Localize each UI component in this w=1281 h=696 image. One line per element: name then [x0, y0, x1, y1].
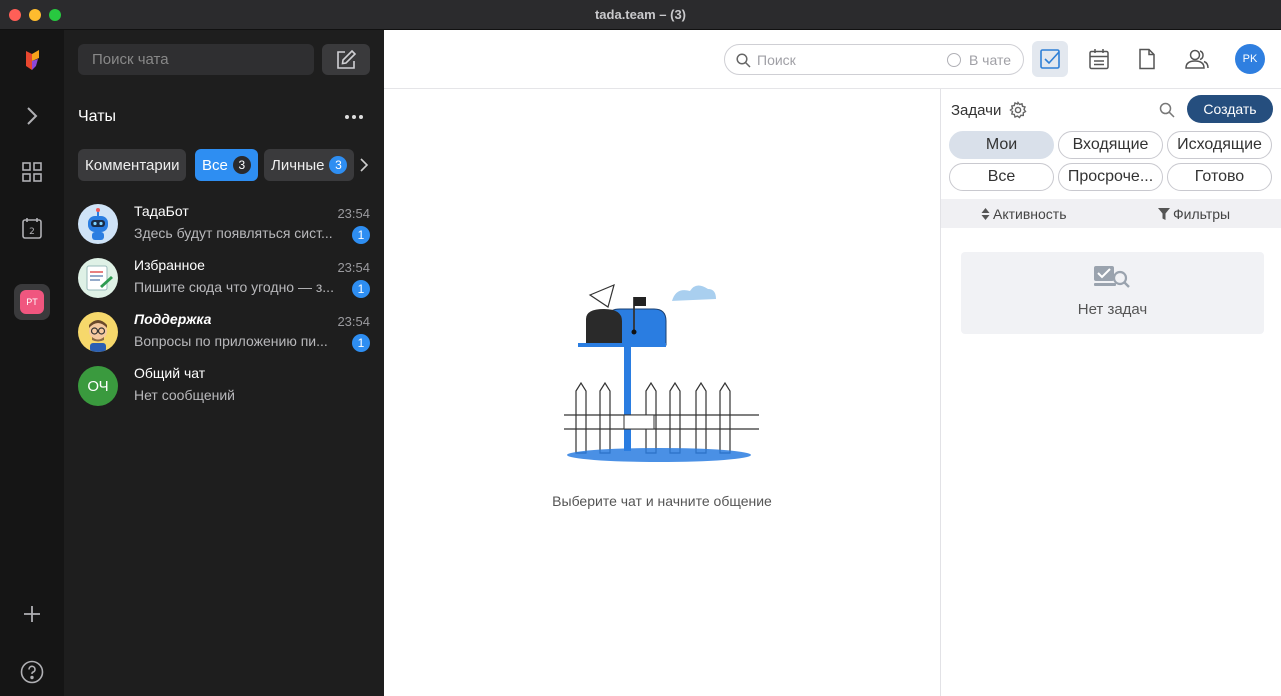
chat-list-item-support[interactable]: Поддержка 23:54 Вопросы по приложению пи… [64, 308, 384, 362]
workspace-avatar[interactable]: PT [14, 284, 50, 320]
window-titlebar: tada.team – (3) [0, 0, 1281, 30]
chat-list-item-favorites[interactable]: Избранное 23:54 Пишите сюда что угодно —… [64, 254, 384, 308]
empty-chat-area: Выберите чат и начните общение [384, 89, 940, 696]
filter-chip-personal[interactable]: Личные 3 [264, 149, 355, 181]
bot-avatar [78, 204, 118, 244]
unread-badge: 1 [352, 334, 370, 352]
filters-button[interactable]: Фильтры [1158, 206, 1230, 222]
user-avatar[interactable]: PK [1235, 44, 1265, 74]
chat-name: ТадаБот [134, 203, 189, 219]
filters-label: Фильтры [1173, 206, 1231, 222]
add-workspace-icon[interactable] [14, 596, 50, 632]
tasks-toggle-button[interactable] [1032, 41, 1068, 77]
compose-button[interactable] [322, 44, 370, 75]
filters-next-chevron-icon[interactable] [358, 156, 370, 174]
tasks-icon [1040, 49, 1060, 69]
files-button[interactable] [1129, 41, 1165, 77]
filter-chip-label: Личные [271, 156, 325, 174]
empty-state-text: Выберите чат и начните общение [552, 493, 772, 509]
filter-chip-label: Все [202, 156, 228, 174]
search-icon [736, 53, 751, 68]
tab-incoming[interactable]: Входящие [1058, 131, 1163, 159]
tab-done[interactable]: Готово [1167, 163, 1272, 191]
calendar-icon[interactable]: 2 [14, 210, 50, 246]
compose-icon [337, 49, 357, 69]
gear-icon[interactable] [1009, 101, 1027, 119]
unread-badge: 1 [352, 226, 370, 244]
tada-logo-icon[interactable] [14, 42, 50, 78]
global-search-input[interactable]: Поиск В чате [724, 44, 1024, 75]
filter-chip-count: 3 [329, 156, 348, 174]
filter-chip-all[interactable]: Все 3 [195, 149, 258, 181]
workspace-rail: 2 PT [0, 30, 64, 696]
sort-label: Активность [993, 206, 1067, 222]
chat-list-item-general[interactable]: ОЧ Общий чат Нет сообщений [64, 362, 384, 416]
calendar-icon [1089, 49, 1109, 70]
no-tasks-card: Нет задач [961, 252, 1264, 334]
apps-grid-icon[interactable] [14, 154, 50, 190]
tasks-sort-bar: Активность Фильтры [941, 199, 1281, 228]
chat-search-input[interactable]: Поиск чата [78, 44, 314, 75]
top-toolbar: Поиск В чате PK [384, 30, 1281, 89]
expand-chevron-icon[interactable] [14, 98, 50, 134]
chats-heading: Чаты [78, 108, 117, 125]
contacts-icon [1185, 49, 1209, 69]
chat-time: 23:54 [337, 260, 370, 275]
tab-all[interactable]: Все [949, 163, 1054, 191]
sort-activity-button[interactable]: Активность [981, 206, 1067, 222]
tab-overdue[interactable]: Просроче... [1058, 163, 1163, 191]
search-placeholder: Поиск [757, 52, 796, 68]
unread-badge: 1 [352, 280, 370, 298]
filter-icon [1158, 208, 1170, 220]
window-title: tada.team – (3) [594, 7, 687, 22]
search-icon[interactable] [1159, 102, 1175, 118]
support-avatar [78, 312, 118, 352]
favorites-avatar [78, 258, 118, 298]
chat-preview: Пишите сюда что угодно — з... [134, 279, 334, 295]
help-icon[interactable] [14, 654, 50, 690]
create-task-button[interactable]: Создать [1187, 95, 1273, 123]
svg-text:2: 2 [29, 227, 35, 237]
chat-preview: Здесь будут появляться сист... [134, 225, 333, 241]
mailbox-illustration [564, 283, 759, 462]
main-area: Поиск В чате PK Выберите чат и начните о… [384, 30, 1281, 696]
group-avatar: ОЧ [78, 366, 118, 406]
chat-name: Избранное [134, 257, 205, 273]
filter-chip-comments[interactable]: Комментарии [78, 149, 187, 181]
file-icon [1139, 48, 1155, 70]
tab-my[interactable]: Мои [949, 131, 1054, 159]
chat-preview: Вопросы по приложению пи... [134, 333, 328, 349]
tab-outgoing[interactable]: Исходящие [1167, 131, 1272, 159]
chat-preview: Нет сообщений [134, 387, 236, 403]
chat-time: 23:54 [337, 314, 370, 329]
no-tasks-icon [1094, 266, 1130, 288]
chat-list-item-tadabot[interactable]: ТадаБот 23:54 Здесь будут появляться сис… [64, 200, 384, 254]
search-scope-radio[interactable] [947, 53, 961, 67]
sort-icon [981, 208, 990, 220]
tasks-title: Задачи [951, 102, 1002, 119]
no-tasks-text: Нет задач [1077, 301, 1148, 318]
search-scope-label: В чате [968, 52, 1011, 68]
workspace-initials: PT [20, 290, 44, 314]
more-options-icon[interactable] [342, 108, 366, 126]
chat-name: Общий чат [134, 365, 206, 381]
chat-name: Поддержка [134, 311, 212, 327]
filter-chip-count: 3 [232, 156, 251, 174]
chat-time: 23:54 [337, 206, 370, 221]
chat-sidebar: Поиск чата Чаты Комментарии Все 3 Личные… [64, 30, 384, 696]
contacts-button[interactable] [1179, 41, 1215, 77]
filter-chip-label: Комментарии [85, 156, 180, 174]
calendar-button[interactable] [1081, 41, 1117, 77]
tasks-panel: Задачи Создать Мои Входящие Исходящие Вс… [940, 89, 1281, 696]
